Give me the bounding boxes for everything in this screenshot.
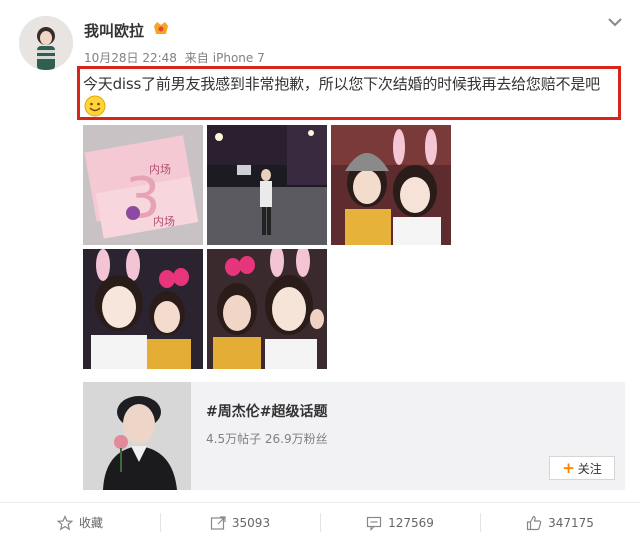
vip-badge-icon <box>154 22 168 34</box>
username[interactable]: 我叫欧拉 <box>84 20 144 41</box>
favorite-label: 收藏 <box>78 516 103 530</box>
topic-title[interactable]: #周杰伦#超级话题 <box>206 401 327 421</box>
chevron-down-icon[interactable] <box>608 17 622 27</box>
like-button[interactable]: 347175 <box>480 503 640 542</box>
repost-icon <box>210 515 226 530</box>
post-date[interactable]: 10月28日 22:48 <box>84 51 177 65</box>
smile-emoji-icon <box>84 95 106 117</box>
favorite-button[interactable]: 收藏 <box>0 503 160 542</box>
ticket-label-bottom: 内场 <box>153 214 175 228</box>
post-source: iPhone 7 <box>212 51 265 65</box>
post-text: 今天diss了前男友我感到非常抱歉，所以您下次结婚的时候我再去给您赔不是吧 <box>83 75 600 93</box>
photo-selfie-2[interactable] <box>83 249 203 369</box>
topic-card[interactable]: #周杰伦#超级话题 4.5万帖子 26.9万粉丝 + 关注 <box>83 382 625 490</box>
repost-count: 35093 <box>231 515 271 530</box>
comment-count: 127569 <box>388 515 434 530</box>
star-icon <box>56 514 73 530</box>
follow-label: 关注 <box>577 461 602 476</box>
weibo-post-card: 我叫欧拉 10月28日 22:48 来自 iPhone 7 今天diss了前男友我… <box>0 0 640 541</box>
topic-thumbnail <box>83 382 191 490</box>
plus-icon: + <box>562 458 575 477</box>
comment-button[interactable]: 127569 <box>320 503 480 542</box>
post-meta: 10月28日 22:48 来自 iPhone 7 <box>84 49 269 66</box>
ticket-label-top: 内场 <box>149 162 171 176</box>
follow-button[interactable]: + 关注 <box>549 456 615 480</box>
photo-stadium[interactable] <box>207 125 327 245</box>
photo-tickets[interactable]: 3 内场 内场 <box>83 125 203 245</box>
comment-icon <box>366 516 382 531</box>
like-count: 347175 <box>548 515 594 530</box>
action-bar: 收藏 35093 127569 347175 <box>0 502 640 542</box>
topic-stats: 4.5万帖子 26.9万粉丝 <box>206 432 328 446</box>
thumbs-up-icon <box>526 515 542 530</box>
avatar[interactable] <box>19 16 73 70</box>
photo-selfie-1[interactable] <box>331 125 451 245</box>
repost-button[interactable]: 35093 <box>160 503 320 542</box>
photo-selfie-3[interactable] <box>207 249 327 369</box>
source-prefix: 来自 <box>184 51 209 65</box>
